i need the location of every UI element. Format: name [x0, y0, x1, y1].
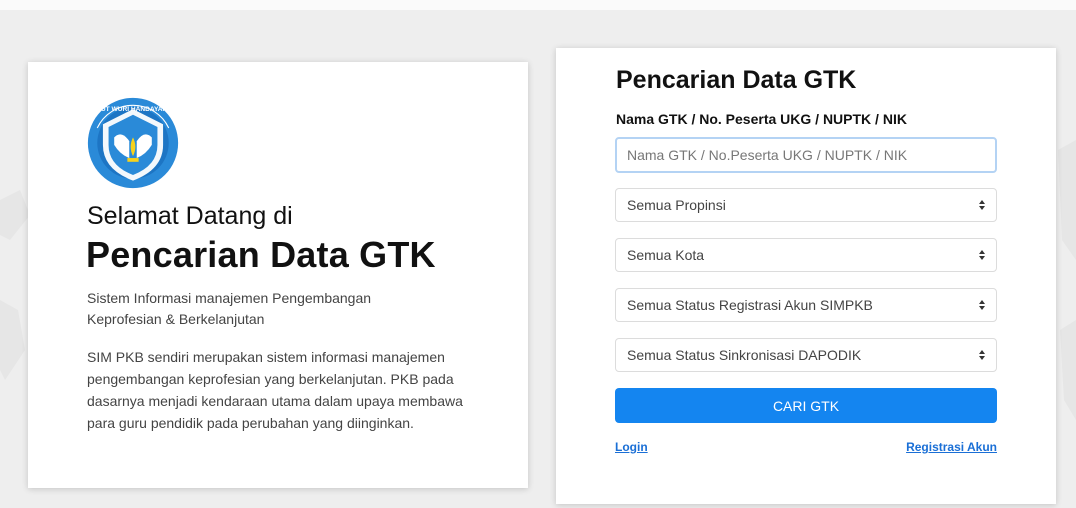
- registration-status-select[interactable]: Semua Status Registrasi Akun SIMPKB: [615, 288, 997, 322]
- welcome-greeting: Selamat Datang di: [87, 202, 293, 230]
- cari-gtk-button[interactable]: CARI GTK: [615, 388, 997, 423]
- sync-status-select[interactable]: Semua Status Sinkronisasi DAPODIK: [615, 338, 997, 372]
- province-select-value: Semua Propinsi: [627, 197, 726, 213]
- register-account-link[interactable]: Registrasi Akun: [906, 440, 997, 454]
- select-arrows-icon: [979, 300, 985, 310]
- city-select-value: Semua Kota: [627, 247, 705, 263]
- search-card: Pencarian Data GTK Nama GTK / No. Pesert…: [556, 48, 1056, 504]
- search-input[interactable]: [615, 137, 997, 173]
- logo-text: TUT WURI HANDAYANI: [97, 106, 169, 113]
- select-arrows-icon: [979, 200, 985, 210]
- tut-wuri-handayani-logo-icon: TUT WURI HANDAYANI: [87, 97, 179, 189]
- registration-status-select-value: Semua Status Registrasi Akun SIMPKB: [627, 297, 873, 313]
- province-select[interactable]: Semua Propinsi: [615, 188, 997, 222]
- search-field-label: Nama GTK / No. Peserta UKG / NUPTK / NIK: [616, 111, 907, 127]
- city-select[interactable]: Semua Kota: [615, 238, 997, 272]
- select-arrows-icon: [979, 250, 985, 260]
- welcome-description: SIM PKB sendiri merupakan sistem informa…: [87, 349, 463, 431]
- welcome-subtitle: Sistem Informasi manajemen Pengembangan …: [87, 290, 372, 327]
- welcome-card: TUT WURI HANDAYANI Selamat Datang di Pen…: [28, 62, 528, 488]
- search-form-title: Pencarian Data GTK: [616, 66, 857, 94]
- welcome-title: Pencarian Data GTK: [86, 234, 436, 275]
- sync-status-select-value: Semua Status Sinkronisasi DAPODIK: [627, 347, 862, 363]
- login-link[interactable]: Login: [615, 440, 648, 454]
- select-arrows-icon: [979, 350, 985, 360]
